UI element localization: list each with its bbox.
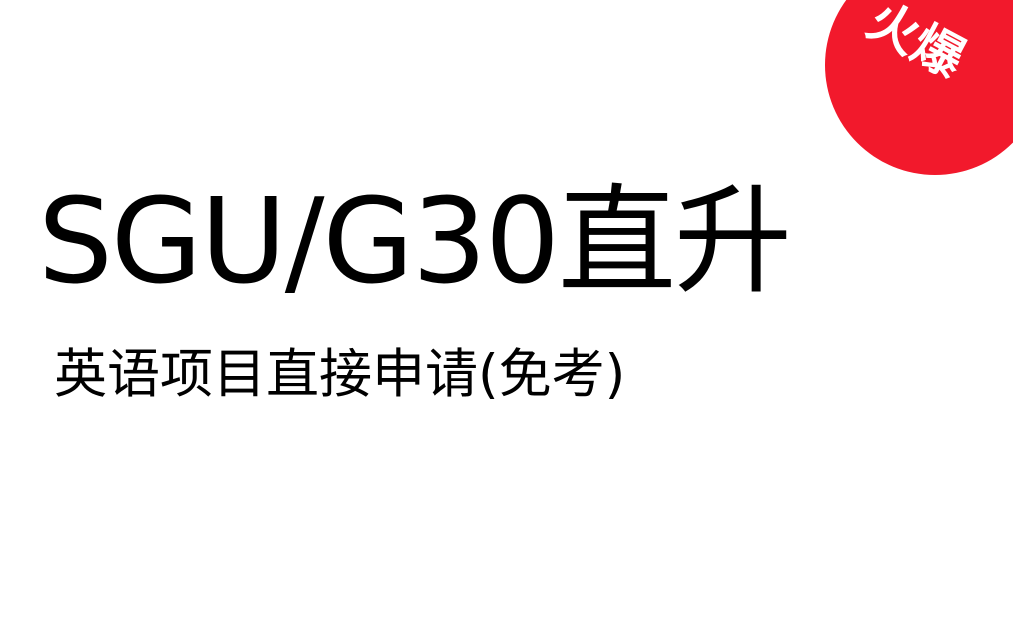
promo-image: 火爆 SGU/G30直升 英语项目直接申请(免考) — [0, 0, 1013, 625]
hot-badge-text: 火爆 — [858, 0, 974, 90]
subheadline: 英语项目直接申请(免考) — [54, 344, 626, 405]
headline: SGU/G30直升 — [38, 172, 792, 310]
hot-badge: 火爆 — [825, 0, 1013, 175]
